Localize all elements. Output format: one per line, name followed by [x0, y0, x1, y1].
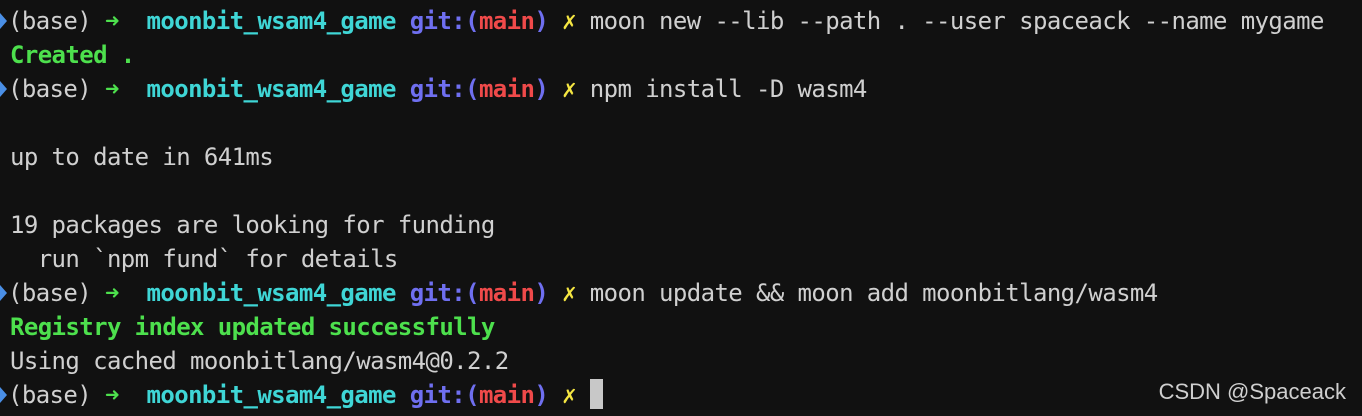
success-output-line: Registry index updated successfully — [10, 310, 495, 344]
clipped-text-row — [0, 410, 1362, 416]
output-text: run `npm fund` for details — [10, 245, 399, 273]
output-line: Using cached moonbitlang/wasm4@0.2.2 — [10, 344, 509, 378]
branch-paren-open: ( — [465, 75, 479, 103]
command-text: moon new --lib --path . --user spaceack … — [589, 7, 1325, 35]
conda-env: (base) — [8, 279, 92, 307]
prompt-line: (base) ➜ moonbit_wsam4_game git:(main) ✗… — [0, 276, 1158, 310]
current-directory: moonbit_wsam4_game — [146, 7, 397, 35]
prompt-arrow-icon: ➜ — [104, 75, 119, 103]
branch-paren-open: ( — [465, 381, 479, 409]
prompt-content: (base) ➜ moonbit_wsam4_game git:(main) ✗… — [8, 279, 1158, 307]
git-branch: main — [478, 75, 535, 103]
output-text: up to date in 641ms — [10, 143, 274, 171]
triangle-right-icon — [0, 13, 7, 29]
dirty-mark-icon: ✗ — [562, 75, 576, 103]
dirty-mark-icon: ✗ — [562, 279, 576, 307]
command-text: npm install -D wasm4 — [589, 75, 868, 103]
prompt-line: (base) ➜ moonbit_wsam4_game git:(main) ✗… — [0, 72, 867, 106]
current-directory: moonbit_wsam4_game — [146, 279, 397, 307]
conda-env: (base) — [8, 381, 92, 409]
prompt-content: (base) ➜ moonbit_wsam4_game git:(main) ✗ — [8, 379, 603, 409]
git-branch: main — [478, 7, 535, 35]
prompt-content: (base) ➜ moonbit_wsam4_game git:(main) ✗… — [8, 7, 1324, 35]
triangle-right-icon — [0, 387, 7, 403]
prompt-arrow-icon: ➜ — [104, 381, 119, 409]
success-text: Created . — [10, 41, 135, 69]
branch-paren-close: ) — [534, 7, 549, 35]
branch-paren-open: ( — [465, 279, 479, 307]
command-text: moon update && moon add moonbitlang/wasm… — [589, 279, 1158, 307]
terminal-window[interactable]: (base) ➜ moonbit_wsam4_game git:(main) ✗… — [0, 0, 1362, 416]
prompt-line: (base) ➜ moonbit_wsam4_game git:(main) ✗ — [0, 378, 603, 412]
branch-paren-close: ) — [534, 381, 549, 409]
conda-env: (base) — [8, 7, 92, 35]
git-label: git: — [409, 279, 466, 307]
watermark: CSDN @Spaceack — [1158, 379, 1346, 404]
dirty-mark-icon: ✗ — [562, 7, 576, 35]
git-branch: main — [478, 381, 535, 409]
triangle-right-icon — [0, 285, 7, 301]
dirty-mark-icon: ✗ — [562, 381, 576, 409]
current-directory: moonbit_wsam4_game — [146, 381, 397, 409]
prompt-arrow-icon: ➜ — [104, 279, 119, 307]
output-line: run `npm fund` for details — [10, 242, 399, 276]
prompt-arrow-icon: ➜ — [104, 7, 119, 35]
output-text: Using cached moonbitlang/wasm4@0.2.2 — [10, 347, 509, 375]
block-cursor-icon[interactable] — [589, 379, 603, 409]
triangle-right-icon — [0, 81, 7, 97]
prompt-content: (base) ➜ moonbit_wsam4_game git:(main) ✗… — [8, 75, 867, 103]
prompt-line: (base) ➜ moonbit_wsam4_game git:(main) ✗… — [0, 4, 1324, 38]
success-text: Registry index updated successfully — [10, 313, 495, 341]
success-output-line: Created . — [10, 38, 135, 72]
git-label: git: — [409, 75, 466, 103]
conda-env: (base) — [8, 75, 92, 103]
git-branch: main — [478, 279, 535, 307]
git-label: git: — [409, 381, 466, 409]
branch-paren-close: ) — [534, 75, 549, 103]
current-directory: moonbit_wsam4_game — [146, 75, 397, 103]
branch-paren-close: ) — [534, 279, 549, 307]
branch-paren-open: ( — [465, 7, 479, 35]
output-text: 19 packages are looking for funding — [10, 211, 495, 239]
output-line: up to date in 641ms — [10, 140, 274, 174]
git-label: git: — [409, 7, 466, 35]
output-line: 19 packages are looking for funding — [10, 208, 495, 242]
